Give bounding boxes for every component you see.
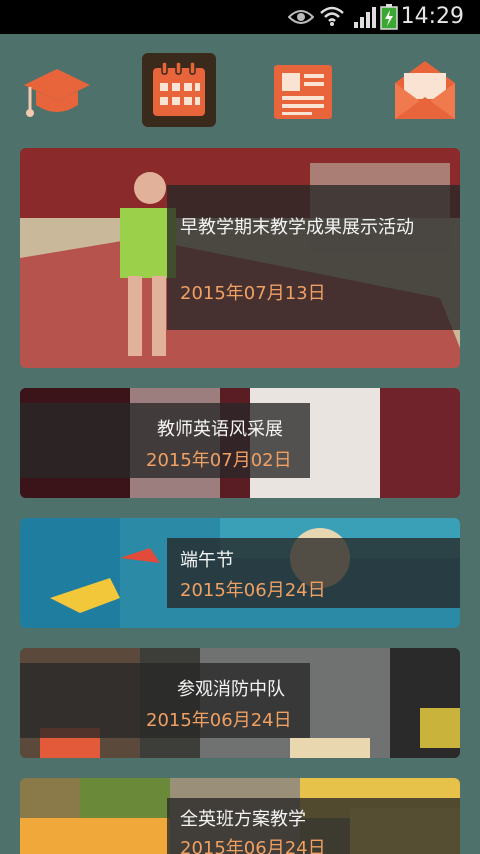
open-envelope-icon <box>395 61 455 119</box>
calendar-icon <box>153 61 205 116</box>
eye-icon <box>288 10 314 24</box>
event-title: 端午节 <box>180 550 234 571</box>
event-title: 教师英语风采展 <box>157 419 283 440</box>
event-title: 早教学期末教学成果展示活动 <box>180 217 414 238</box>
event-date: 2015年07月02日 <box>146 450 292 471</box>
tab-messages[interactable] <box>388 53 462 127</box>
event-card[interactable]: 端午节 2015年06月24日 <box>20 518 460 628</box>
wifi-icon <box>320 6 344 26</box>
status-bar: 14:29 <box>0 0 480 34</box>
event-card[interactable]: 全英班方案教学 2015年06月24日 <box>20 778 460 854</box>
category-tab-bar <box>0 50 480 130</box>
event-card[interactable]: 教师英语风采展 2015年07月02日 <box>20 388 460 498</box>
event-date: 2015年06月24日 <box>180 580 326 601</box>
event-caption: 参观消防中队 2015年06月24日 <box>20 663 310 738</box>
tab-courses[interactable] <box>20 53 94 127</box>
tab-news[interactable] <box>266 53 340 127</box>
event-title: 全英班方案教学 <box>180 809 306 830</box>
event-caption: 教师英语风采展 2015年07月02日 <box>20 403 310 478</box>
graduation-cap-icon <box>24 69 90 117</box>
event-date: 2015年06月24日 <box>180 838 326 854</box>
event-date: 2015年06月24日 <box>146 710 292 731</box>
event-card[interactable]: 早教学期末教学成果展示活动 2015年07月13日 <box>20 148 460 368</box>
event-caption: 端午节 2015年06月24日 <box>167 538 460 608</box>
event-date: 2015年07月13日 <box>180 283 326 304</box>
event-card[interactable]: 参观消防中队 2015年06月24日 <box>20 648 460 758</box>
signal-icon <box>354 7 376 28</box>
battery-charging-icon <box>380 4 398 30</box>
event-title: 参观消防中队 <box>177 679 285 700</box>
event-caption: 早教学期末教学成果展示活动 2015年07月13日 <box>167 185 460 330</box>
clock: 14:29 <box>400 4 464 29</box>
tab-calendar[interactable] <box>142 53 216 127</box>
event-caption: 全英班方案教学 2015年06月24日 <box>167 798 460 854</box>
newspaper-icon <box>274 65 332 119</box>
